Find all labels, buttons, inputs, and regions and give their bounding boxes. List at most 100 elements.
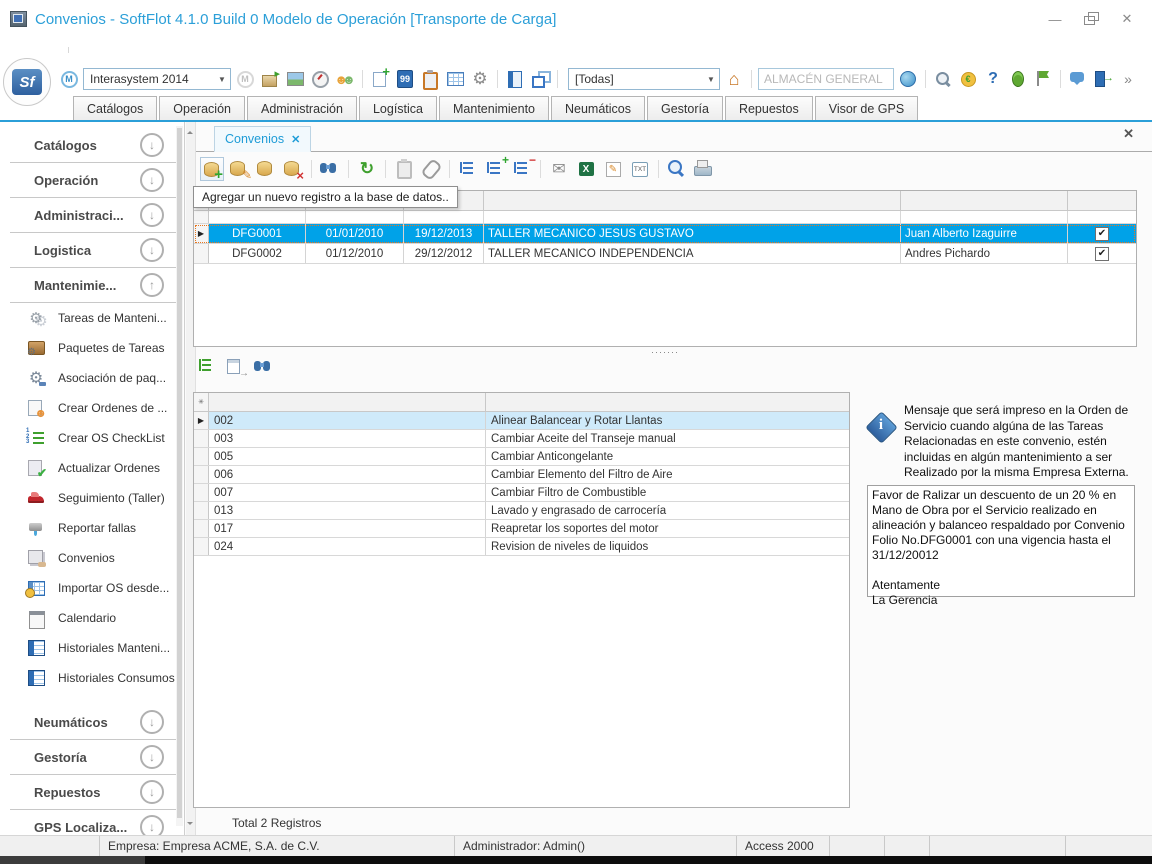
document-tab-convenios[interactable]: Convenios ✕	[214, 126, 311, 152]
sidebar-group-header[interactable]: Operación ↓	[10, 163, 178, 198]
sidebar-item[interactable]: Convenios	[0, 543, 184, 573]
gear-icon[interactable]	[469, 68, 491, 90]
menu-item[interactable]	[93, 47, 113, 53]
sidebar-item[interactable]: Reportar fallas	[0, 513, 184, 543]
tarea-row[interactable]: 013 Lavado y engrasado de carrocería	[194, 502, 849, 520]
ninety-nine-icon[interactable]	[394, 68, 416, 90]
module-tab[interactable]: Repuestos	[725, 96, 813, 120]
tarea-row[interactable]: 007 Cambiar Filtro de Combustible	[194, 484, 849, 502]
module-tab[interactable]: Logística	[359, 96, 437, 120]
scroll-down-icon[interactable]	[187, 822, 193, 828]
tree-icon[interactable]	[456, 157, 480, 181]
sidebar-group-header[interactable]: Gestoría ↓	[10, 740, 178, 775]
print-icon[interactable]	[692, 157, 716, 181]
minimize-button[interactable]: —	[1044, 10, 1066, 28]
close-button[interactable]: ✕	[1116, 10, 1138, 28]
db-record-icon[interactable]	[254, 157, 278, 181]
convenio-row[interactable]: DFG0001 01/01/2010 19/12/2013 TALLER MEC…	[194, 224, 1136, 244]
scroll-up-icon[interactable]	[187, 128, 193, 134]
bug-icon[interactable]	[1007, 68, 1029, 90]
menu-item[interactable]	[133, 47, 153, 53]
column-header[interactable]	[486, 393, 849, 411]
tab-close-icon[interactable]: ✕	[291, 133, 300, 146]
tools-search-icon[interactable]	[932, 68, 954, 90]
tarea-row[interactable]: 002 Alinear Balancear y Rotar Llantas	[194, 412, 849, 430]
exit-icon[interactable]	[1092, 68, 1114, 90]
sidebar-item[interactable]: Asociación de paq...	[0, 363, 184, 393]
splitter-handle[interactable]: ·······	[651, 347, 679, 357]
chevron-up-circle-icon[interactable]: ↑	[140, 273, 164, 297]
company-combobox[interactable]: Interasystem 2014 ▼	[83, 68, 231, 90]
module-tab[interactable]: Operación	[159, 96, 245, 120]
convenios-grid-filter-row[interactable]	[194, 211, 1136, 224]
message-textbox[interactable]: Favor de Ralizar un descuento de un 20 %…	[867, 485, 1135, 597]
menu-item[interactable]	[113, 47, 133, 53]
link-tasks-icon[interactable]	[196, 355, 220, 379]
module-tab[interactable]: Gestoría	[647, 96, 723, 120]
binoculars-icon[interactable]	[252, 355, 276, 379]
module-tab[interactable]: Visor de GPS	[815, 96, 919, 120]
refresh-icon[interactable]	[355, 157, 379, 181]
sidebar-item[interactable]: Calendario	[0, 603, 184, 633]
menu-item[interactable]	[68, 47, 93, 53]
menu-item[interactable]	[173, 47, 193, 53]
menu-item[interactable]	[22, 47, 42, 53]
sidebar-item[interactable]: Crear Ordenes de ...	[0, 393, 184, 423]
tarea-row[interactable]: 006 Cambiar Elemento del Filtro de Aire	[194, 466, 849, 484]
book-icon[interactable]	[504, 68, 526, 90]
note-add-icon[interactable]	[369, 68, 391, 90]
flag-icon[interactable]	[1032, 68, 1054, 90]
sidebar-item[interactable]: Importar OS desde...	[0, 573, 184, 603]
m-badge-icon[interactable]	[58, 68, 80, 90]
sidebar-group-header[interactable]: Logistica ↓	[10, 233, 178, 268]
module-tab[interactable]: Neumáticos	[551, 96, 645, 120]
tarea-row[interactable]: 003 Cambiar Aceite del Transeje manual	[194, 430, 849, 448]
convenio-row[interactable]: DFG0002 01/12/2010 29/12/2012 TALLER MEC…	[194, 244, 1136, 264]
sidebar-group-header[interactable]: Administraci... ↓	[10, 198, 178, 233]
archive-icon[interactable]	[259, 68, 281, 90]
note-edit-icon[interactable]	[601, 157, 625, 181]
sidebar-scrollbar[interactable]	[176, 126, 183, 826]
excel-icon[interactable]	[574, 157, 598, 181]
txt-icon[interactable]	[628, 157, 652, 181]
sidebar-group-header[interactable]: Repuestos ↓	[10, 775, 178, 810]
column-header[interactable]	[484, 191, 901, 210]
tarea-row[interactable]: 005 Cambiar Anticongelante	[194, 448, 849, 466]
sidebar-group-header[interactable]: Neumáticos ↓	[10, 705, 178, 740]
module-tab[interactable]: Administración	[247, 96, 357, 120]
globe-icon[interactable]	[897, 68, 919, 90]
help-icon[interactable]	[982, 68, 1004, 90]
menu-item[interactable]	[42, 47, 62, 53]
sidebar-item[interactable]: Paquetes de Tareas	[0, 333, 184, 363]
add-record-icon[interactable]	[200, 157, 224, 181]
windows-icon[interactable]	[529, 68, 551, 90]
chat-icon[interactable]	[1067, 68, 1089, 90]
module-tab[interactable]: Mantenimiento	[439, 96, 549, 120]
mail-icon[interactable]	[547, 157, 571, 181]
sidebar-group-header[interactable]: Catálogos ↓	[10, 128, 178, 163]
panel-close-icon[interactable]: ✕	[1123, 126, 1134, 142]
attach-icon[interactable]	[419, 157, 443, 181]
preview-icon[interactable]	[665, 157, 689, 181]
clipboard-icon[interactable]	[419, 68, 441, 90]
export-tasks-icon[interactable]	[224, 355, 248, 379]
sidebar-item[interactable]: Seguimiento (Taller)	[0, 483, 184, 513]
chevron-down-circle-icon[interactable]: ↓	[140, 133, 164, 157]
sidebar-item[interactable]: Historiales Consumos	[0, 663, 184, 693]
chevron-down-circle-icon[interactable]: ↓	[140, 780, 164, 804]
overflow-icon[interactable]	[1117, 68, 1139, 90]
menu-item[interactable]	[153, 47, 173, 53]
sidebar-item[interactable]: Crear OS CheckList	[0, 423, 184, 453]
tree-remove-icon[interactable]: −	[510, 157, 534, 181]
chevron-down-circle-icon[interactable]: ↓	[140, 238, 164, 262]
warehouse-input[interactable]	[758, 68, 894, 90]
activo-checkbox[interactable]	[1095, 247, 1109, 261]
users-icon[interactable]	[334, 68, 356, 90]
module-tab[interactable]: Catálogos	[73, 96, 157, 120]
m-badge-disabled-icon[interactable]	[234, 68, 256, 90]
home-icon[interactable]	[723, 68, 745, 90]
sidebar-item[interactable]: Actualizar Ordenes	[0, 453, 184, 483]
column-header[interactable]	[901, 191, 1068, 210]
column-header[interactable]	[209, 393, 486, 411]
chevron-down-circle-icon[interactable]: ↓	[140, 168, 164, 192]
